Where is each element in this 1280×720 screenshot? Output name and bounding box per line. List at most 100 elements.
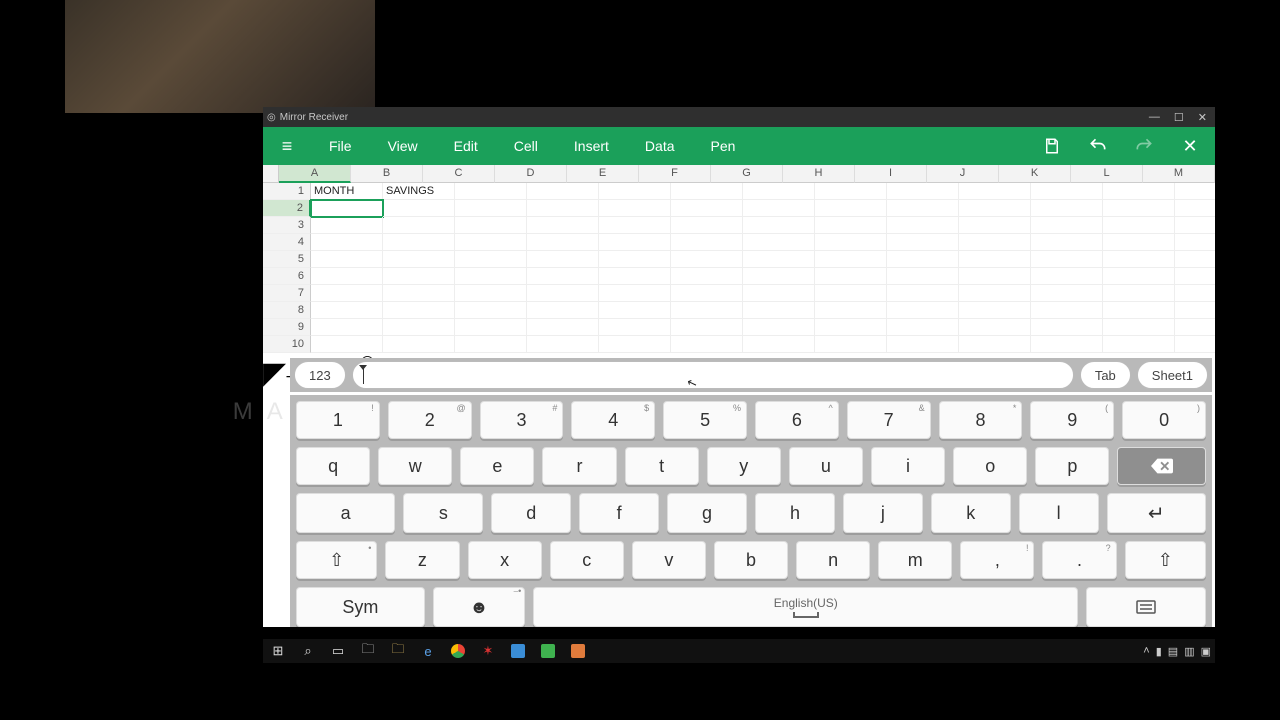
col-header-b[interactable]: B — [351, 165, 423, 183]
cell[interactable] — [1175, 200, 1215, 217]
cell[interactable] — [599, 336, 671, 353]
hamburger-icon[interactable]: ≡ — [263, 136, 311, 157]
key-emoji[interactable]: ☻⎯• — [433, 587, 526, 627]
col-header-c[interactable]: C — [423, 165, 495, 183]
cell[interactable] — [1031, 285, 1103, 302]
key-,[interactable]: ,! — [960, 541, 1034, 579]
cell[interactable] — [1103, 319, 1175, 336]
key-3[interactable]: 3# — [480, 401, 564, 439]
cell[interactable] — [743, 268, 815, 285]
key-s[interactable]: s — [403, 493, 483, 533]
menu-cell[interactable]: Cell — [514, 138, 538, 154]
cell[interactable] — [455, 251, 527, 268]
cell[interactable] — [311, 268, 383, 285]
key-enter[interactable]: ↵ — [1107, 493, 1206, 533]
key-6[interactable]: 6^ — [755, 401, 839, 439]
cell[interactable] — [887, 183, 959, 200]
cell[interactable] — [455, 183, 527, 200]
cell[interactable] — [743, 336, 815, 353]
key-4[interactable]: 4$ — [571, 401, 655, 439]
cell[interactable] — [959, 336, 1031, 353]
cell[interactable] — [311, 302, 383, 319]
cell[interactable] — [455, 217, 527, 234]
cell[interactable] — [671, 268, 743, 285]
app-icon-red[interactable]: ✶ — [477, 642, 499, 660]
key-y[interactable]: y — [707, 447, 781, 485]
cell[interactable] — [527, 319, 599, 336]
cell[interactable] — [959, 234, 1031, 251]
key-i[interactable]: i — [871, 447, 945, 485]
file-explorer-icon[interactable]: 🗀 — [357, 642, 379, 660]
key-2[interactable]: 2@ — [388, 401, 472, 439]
cell[interactable] — [1175, 234, 1215, 251]
cell[interactable] — [311, 285, 383, 302]
key-w[interactable]: w — [378, 447, 452, 485]
cell[interactable] — [1031, 234, 1103, 251]
key-j[interactable]: j — [843, 493, 923, 533]
tab-button[interactable]: Tab — [1080, 361, 1131, 389]
cell[interactable] — [671, 285, 743, 302]
cell[interactable] — [959, 200, 1031, 217]
key-v[interactable]: v — [632, 541, 706, 579]
menu-pen[interactable]: Pen — [711, 138, 736, 154]
col-header-m[interactable]: M — [1143, 165, 1215, 183]
key-l[interactable]: l — [1019, 493, 1099, 533]
start-button[interactable]: ⊞ — [267, 642, 289, 660]
search-icon[interactable]: ⌕ — [297, 642, 319, 660]
key-z[interactable]: z — [385, 541, 459, 579]
key-t[interactable]: t — [625, 447, 699, 485]
cell[interactable] — [599, 251, 671, 268]
cell[interactable] — [959, 268, 1031, 285]
undo-icon[interactable] — [1087, 135, 1109, 157]
cell[interactable] — [815, 217, 887, 234]
cell[interactable] — [599, 319, 671, 336]
cell[interactable] — [671, 200, 743, 217]
cell[interactable] — [599, 285, 671, 302]
cell[interactable] — [671, 319, 743, 336]
row-header[interactable]: 7 — [263, 285, 311, 302]
key-.[interactable]: .? — [1042, 541, 1116, 579]
cell[interactable] — [311, 234, 383, 251]
cell[interactable] — [455, 234, 527, 251]
cell[interactable] — [383, 200, 455, 217]
cell[interactable] — [1175, 285, 1215, 302]
cell[interactable] — [815, 268, 887, 285]
cell[interactable] — [1031, 268, 1103, 285]
sheet-tab[interactable]: Sheet1 — [1137, 361, 1208, 389]
cell[interactable] — [527, 336, 599, 353]
cell[interactable] — [815, 251, 887, 268]
cell[interactable] — [1103, 217, 1175, 234]
cell[interactable] — [1175, 251, 1215, 268]
cell[interactable] — [1031, 217, 1103, 234]
minimize-button[interactable]: — — [1149, 111, 1160, 124]
col-header-d[interactable]: D — [495, 165, 567, 183]
key-keyboard-options[interactable] — [1086, 587, 1206, 627]
row-header[interactable]: 1 — [263, 183, 311, 200]
cell[interactable] — [383, 319, 455, 336]
redo-icon[interactable] — [1133, 135, 1155, 157]
key-x[interactable]: x — [468, 541, 542, 579]
cell[interactable] — [1175, 268, 1215, 285]
cell[interactable] — [815, 336, 887, 353]
key-e[interactable]: e — [460, 447, 534, 485]
cell[interactable] — [815, 183, 887, 200]
menu-file[interactable]: File — [329, 138, 352, 154]
cell[interactable] — [527, 285, 599, 302]
key-d[interactable]: d — [491, 493, 571, 533]
cell[interactable] — [887, 302, 959, 319]
menu-data[interactable]: Data — [645, 138, 675, 154]
cell-a2-selected[interactable] — [311, 200, 383, 217]
cell[interactable] — [599, 217, 671, 234]
cell[interactable] — [455, 200, 527, 217]
tray-wifi-icon[interactable]: ▤ — [1168, 645, 1178, 658]
cell[interactable] — [743, 302, 815, 319]
cell[interactable] — [1175, 217, 1215, 234]
key-a[interactable]: a — [296, 493, 395, 533]
grid[interactable]: 1 MONTH SAVINGS 2 3 4 5 6 7 8 9 10 — [263, 183, 1215, 353]
cell[interactable] — [743, 217, 815, 234]
key-b[interactable]: b — [714, 541, 788, 579]
cell[interactable] — [383, 251, 455, 268]
cell[interactable] — [1031, 319, 1103, 336]
cell[interactable] — [383, 234, 455, 251]
close-window-button[interactable]: ✕ — [1198, 111, 1207, 124]
